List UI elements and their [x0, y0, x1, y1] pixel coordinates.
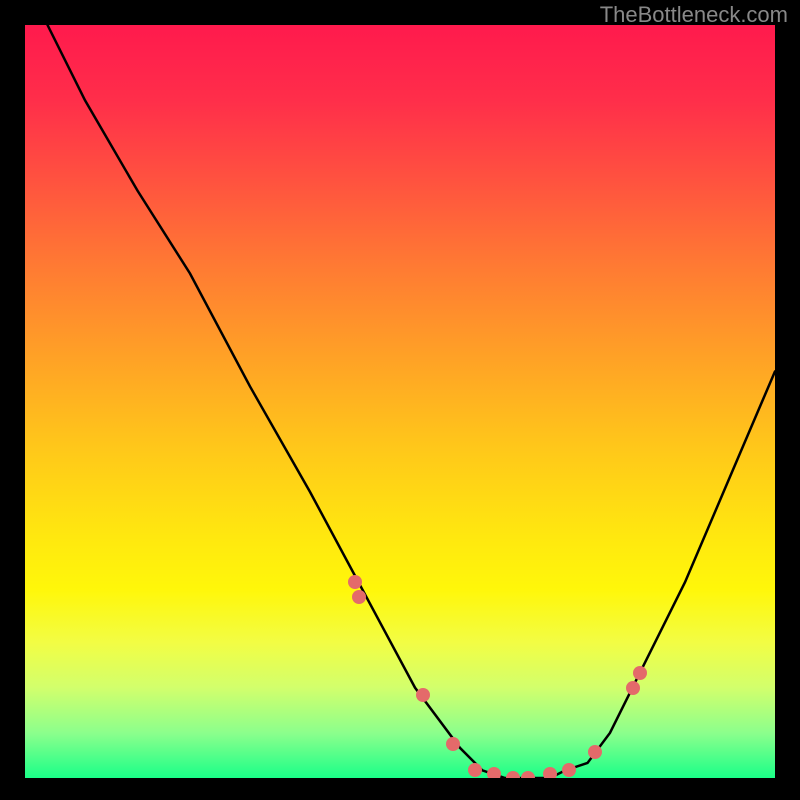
watermark-text: TheBottleneck.com: [600, 2, 788, 28]
marker-dot: [352, 590, 366, 604]
marker-dot: [633, 666, 647, 680]
chart-container: TheBottleneck.com: [0, 0, 800, 800]
marker-dot: [626, 681, 640, 695]
curve-svg: [25, 25, 775, 778]
marker-dot: [543, 767, 557, 778]
marker-dot: [487, 767, 501, 778]
marker-dot: [446, 737, 460, 751]
marker-dot: [588, 745, 602, 759]
marker-dot: [506, 771, 520, 778]
marker-dot: [416, 688, 430, 702]
curve-line: [48, 25, 776, 778]
plot-area: [25, 25, 775, 778]
marker-dot: [521, 771, 535, 778]
